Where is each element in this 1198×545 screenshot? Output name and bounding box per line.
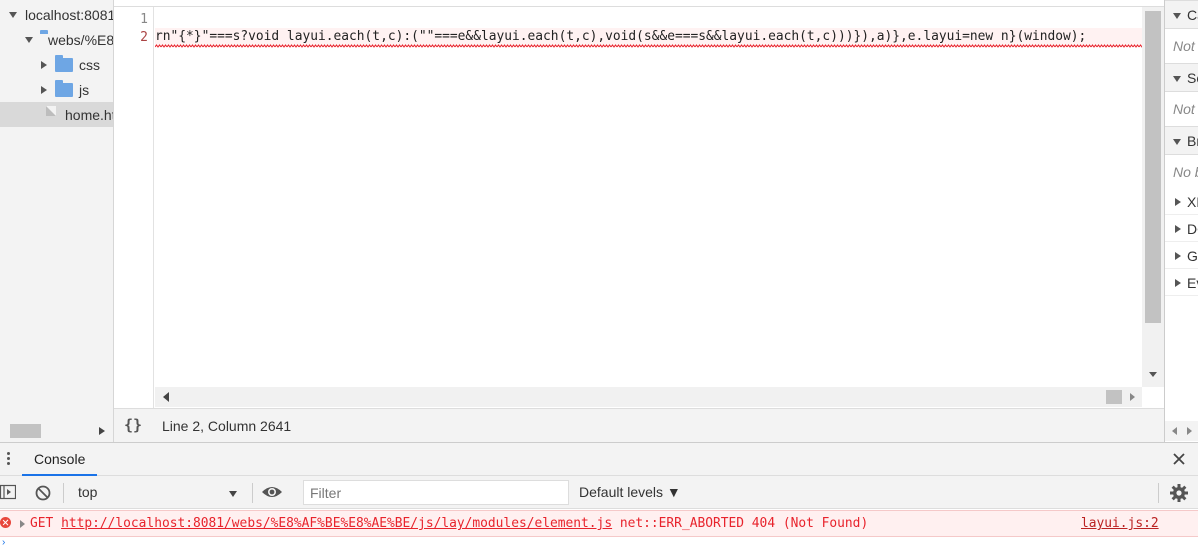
error-text: GET http://localhost:8081/webs/%E8%AF%BE…	[30, 516, 868, 531]
code-editor[interactable]: 1 2 rn"{*}"===s?void layui.each(t,c):(""…	[114, 6, 1164, 409]
section-title: Global Listeners	[1187, 248, 1198, 264]
section-scope[interactable]: Scope	[1165, 63, 1198, 92]
expand-arrow-icon	[1173, 76, 1181, 82]
source-link[interactable]: layui.js:2	[1081, 516, 1159, 531]
tree-item-folder-webs[interactable]: webs/%E8%AF%BE%E8%AE%BE	[0, 27, 114, 52]
collapse-arrow-icon	[1175, 279, 1181, 287]
section-message: No breakpoints	[1173, 164, 1198, 180]
tree-item-folder-css[interactable]: css	[0, 52, 113, 77]
tab-console[interactable]: Console	[22, 443, 98, 476]
tree-item-folder-js[interactable]: js	[0, 77, 113, 102]
expand-arrow-icon	[1173, 13, 1181, 19]
code-area[interactable]: rn"{*}"===s?void layui.each(t,c):(""===e…	[155, 7, 1142, 387]
file-navigator: localhost:8081 webs/%E8%AF%BE%E8%AE%BE c…	[0, 0, 114, 442]
code-line-1[interactable]	[155, 9, 1142, 28]
http-method: GET	[30, 516, 54, 531]
section-event-listener-breakpoints[interactable]: Event Listener Breakpoints	[1165, 270, 1198, 296]
gear-icon[interactable]	[1169, 483, 1189, 503]
scroll-left-icon[interactable]	[1172, 427, 1177, 435]
collapse-arrow-icon[interactable]	[41, 85, 47, 94]
filter-input[interactable]	[303, 480, 569, 505]
section-title: Breakpoints	[1187, 133, 1198, 149]
section-title: XHR/fetch Breakpoints	[1187, 194, 1198, 210]
scroll-right-icon[interactable]	[1187, 427, 1192, 435]
section-call-stack[interactable]: Call Stack	[1165, 0, 1198, 29]
tree-item-label: js	[79, 81, 90, 98]
section-body: No breakpoints	[1165, 155, 1198, 189]
eye-icon[interactable]	[261, 484, 283, 500]
expand-arrow-icon	[1173, 139, 1181, 145]
error-squiggle	[155, 44, 1142, 48]
folder-icon	[55, 54, 73, 72]
console-messages: GET http://localhost:8081/webs/%E8%AF%BE…	[0, 510, 1198, 545]
tree-item-label: css	[79, 56, 100, 73]
console-error-message[interactable]: GET http://localhost:8081/webs/%E8%AF%BE…	[0, 510, 1198, 537]
expand-arrow-icon[interactable]	[9, 11, 17, 18]
line-number: 1	[140, 12, 148, 27]
scrollbar-thumb[interactable]	[1106, 390, 1122, 404]
drawer-tab-bar: Console	[0, 442, 1198, 476]
expand-arrow-icon[interactable]	[20, 520, 25, 528]
scroll-right-icon[interactable]	[1130, 393, 1135, 401]
editor-horizontal-scrollbar[interactable]	[155, 387, 1142, 407]
section-message: Not paused	[1173, 38, 1198, 54]
tree-item-label: localhost:8081	[25, 6, 114, 23]
section-title: Call Stack	[1187, 7, 1198, 23]
tree-item-label: home.html	[65, 106, 113, 123]
context-selector[interactable]: top	[70, 480, 246, 505]
tree-item-file-home[interactable]: home.html	[0, 102, 113, 127]
clear-console-icon[interactable]	[34, 484, 52, 502]
toolbar-divider	[63, 483, 64, 503]
section-dom-breakpoints[interactable]: DOM Breakpoints	[1165, 216, 1198, 242]
collapse-arrow-icon[interactable]	[41, 60, 47, 69]
more-tools-icon[interactable]	[4, 452, 12, 468]
section-message: Not paused	[1173, 101, 1198, 117]
section-title: DOM Breakpoints	[1187, 221, 1198, 237]
editor-status-bar: {} Line 2, Column 2641	[114, 408, 1164, 442]
console-prompt-icon[interactable]: ›	[2, 537, 5, 545]
scrollbar-thumb[interactable]	[1145, 11, 1161, 323]
debugger-sidebar: Call Stack Not paused Scope Not paused B…	[1164, 0, 1198, 442]
collapse-arrow-icon	[1175, 198, 1181, 206]
close-icon[interactable]	[1170, 450, 1188, 468]
scroll-left-icon[interactable]	[163, 392, 169, 402]
section-title: Event Listener Breakpoints	[1187, 275, 1198, 291]
tree-item-label: webs/%E8%AF%BE%E8%AE%BE	[48, 31, 114, 48]
error-detail: net::ERR_ABORTED 404 (Not Found)	[619, 516, 869, 531]
section-title: Scope	[1187, 70, 1198, 86]
debugger-horizontal-scrollbar[interactable]	[1165, 421, 1198, 441]
editor-vertical-scrollbar[interactable]	[1142, 7, 1164, 387]
expand-arrow-icon[interactable]	[25, 36, 33, 43]
navigator-horizontal-scrollbar[interactable]	[0, 421, 113, 441]
scroll-down-icon[interactable]	[1149, 372, 1157, 377]
dropdown-arrow-icon	[229, 491, 237, 497]
code-line-2[interactable]: rn"{*}"===s?void layui.each(t,c):(""===e…	[155, 28, 1142, 48]
console-toolbar: top Default levels ▼	[0, 476, 1198, 509]
section-global-listeners[interactable]: Global Listeners	[1165, 243, 1198, 269]
folder-icon	[55, 79, 73, 97]
toolbar-divider	[1158, 483, 1159, 503]
log-levels-dropdown[interactable]: Default levels ▼	[579, 484, 681, 500]
context-value: top	[78, 484, 98, 500]
section-body: Not paused	[1165, 92, 1198, 126]
show-sidebar-icon[interactable]	[0, 484, 16, 500]
section-body: Not paused	[1165, 29, 1198, 63]
toolbar-divider	[252, 483, 253, 503]
scroll-right-icon[interactable]	[99, 427, 105, 435]
error-icon	[0, 517, 11, 528]
code-line-text: rn"{*}"===s?void layui.each(t,c):(""===e…	[155, 29, 1087, 44]
collapse-arrow-icon	[1175, 252, 1181, 260]
collapse-arrow-icon	[1175, 225, 1181, 233]
section-breakpoints[interactable]: Breakpoints	[1165, 126, 1198, 155]
section-xhr-breakpoints[interactable]: XHR/fetch Breakpoints	[1165, 189, 1198, 215]
line-number-gutter: 1 2	[114, 7, 154, 409]
line-number-error: 2	[140, 30, 148, 45]
tree-item-host[interactable]: localhost:8081	[0, 2, 114, 27]
scrollbar-thumb[interactable]	[10, 424, 41, 438]
pretty-print-button[interactable]: {}	[124, 416, 142, 434]
cursor-position: Line 2, Column 2641	[162, 418, 292, 434]
request-url-link[interactable]: http://localhost:8081/webs/%E8%AF%BE%E8%…	[61, 516, 612, 531]
